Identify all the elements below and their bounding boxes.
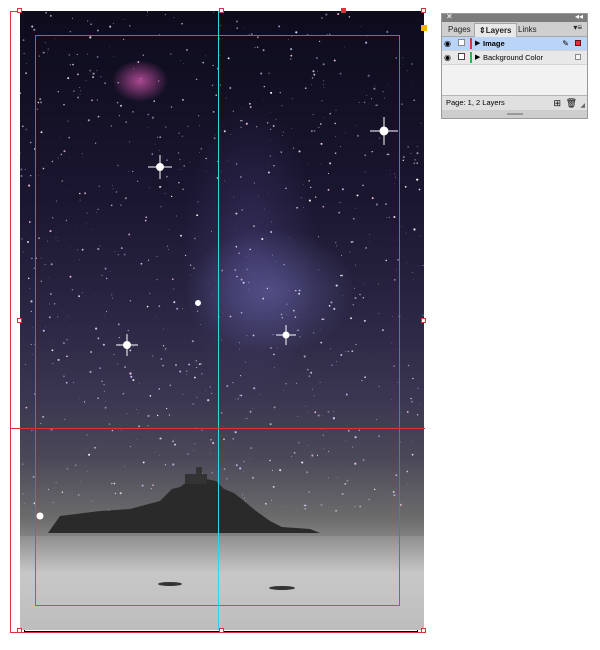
panel-tabs: Pages ⇕Layers Links ▾≡ — [442, 22, 587, 37]
trash-icon[interactable]: 🗑 — [566, 96, 577, 110]
lock-icon[interactable] — [458, 53, 465, 60]
layer-color-swatch — [470, 52, 472, 63]
layer-name[interactable]: Image — [483, 37, 505, 50]
layer-row-background[interactable]: ◉ ▶ Background Color — [442, 51, 587, 65]
expand-triangle-icon[interactable]: ▶ — [475, 51, 480, 64]
placed-image-night-sky[interactable] — [20, 11, 424, 630]
tab-layers[interactable]: ⇕Layers — [474, 23, 517, 37]
expand-triangle-icon[interactable]: ▶ — [475, 37, 480, 50]
frame-corner-marker[interactable] — [421, 25, 427, 31]
layer-color-swatch — [470, 38, 472, 49]
layers-tab-icon: ⇕ — [479, 26, 486, 35]
bright-stars — [36, 117, 398, 520]
tab-layers-label: Layers — [485, 26, 512, 35]
panel-titlebar[interactable]: ✕ ◂◂ — [442, 12, 587, 22]
eye-icon[interactable]: ◉ — [444, 37, 456, 50]
handle-middle-left[interactable] — [17, 318, 22, 323]
column-guide[interactable] — [218, 11, 219, 630]
layer-row-image[interactable]: ◉ ▶ Image ✎ — [442, 37, 587, 51]
panel-bottom-grip[interactable] — [442, 110, 587, 118]
selection-indicator-icon[interactable] — [575, 40, 581, 46]
resize-grip-icon[interactable]: ◢ — [580, 102, 585, 109]
lock-toggle-empty[interactable] — [458, 39, 465, 46]
new-layer-icon[interactable]: ⊞ — [553, 96, 561, 110]
ruler-guide-horizontal[interactable] — [10, 428, 425, 429]
layer-name[interactable]: Background Color — [483, 51, 543, 64]
handle-bottom-center[interactable] — [219, 628, 224, 633]
handle-top-center[interactable] — [219, 8, 224, 13]
panel-footer: Page: 1, 2 Layers ⊞ 🗑 — [442, 95, 587, 110]
handle-bottom-right[interactable] — [421, 628, 426, 633]
pen-icon: ✎ — [562, 39, 569, 48]
handle-middle-right[interactable] — [421, 318, 426, 323]
eye-icon[interactable]: ◉ — [444, 51, 456, 64]
tab-links[interactable]: Links — [514, 23, 541, 36]
close-icon[interactable]: ✕ — [446, 12, 453, 21]
layers-panel: ✕ ◂◂ Pages ⇕Layers Links ▾≡ ◉ ▶ Image ✎ … — [441, 12, 588, 119]
selection-indicator-icon[interactable] — [575, 54, 581, 60]
status-text: Page: 1, 2 Layers — [446, 98, 505, 107]
handle-bottom-left[interactable] — [17, 628, 22, 633]
handle-content-grabber[interactable] — [341, 8, 346, 13]
handle-top-right[interactable] — [421, 8, 426, 13]
tab-pages[interactable]: Pages — [444, 23, 475, 36]
collapse-icon[interactable]: ◂◂ — [575, 12, 583, 21]
layers-list-empty-area — [442, 65, 587, 99]
panel-menu-icon[interactable]: ▾≡ — [573, 23, 582, 32]
handle-top-left[interactable] — [17, 8, 22, 13]
